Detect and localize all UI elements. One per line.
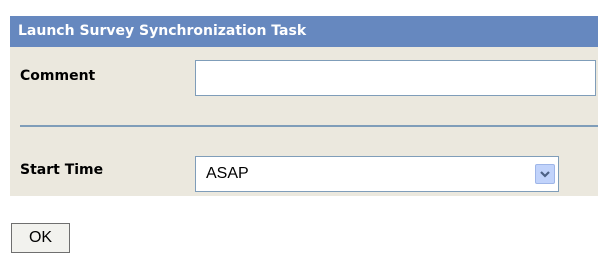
start-time-select[interactable]: ASAP — [195, 156, 559, 192]
section-divider — [20, 125, 598, 127]
panel-title: Launch Survey Synchronization Task — [10, 16, 598, 47]
comment-label: Comment — [20, 68, 96, 84]
comment-input[interactable] — [195, 60, 596, 96]
synchronization-task-panel: Launch Survey Synchronization Task Comme… — [10, 16, 598, 196]
ok-button[interactable]: OK — [11, 223, 70, 253]
start-time-label: Start Time — [20, 162, 104, 178]
start-time-selected-value: ASAP — [206, 165, 249, 182]
chevron-down-icon[interactable] — [535, 164, 555, 184]
